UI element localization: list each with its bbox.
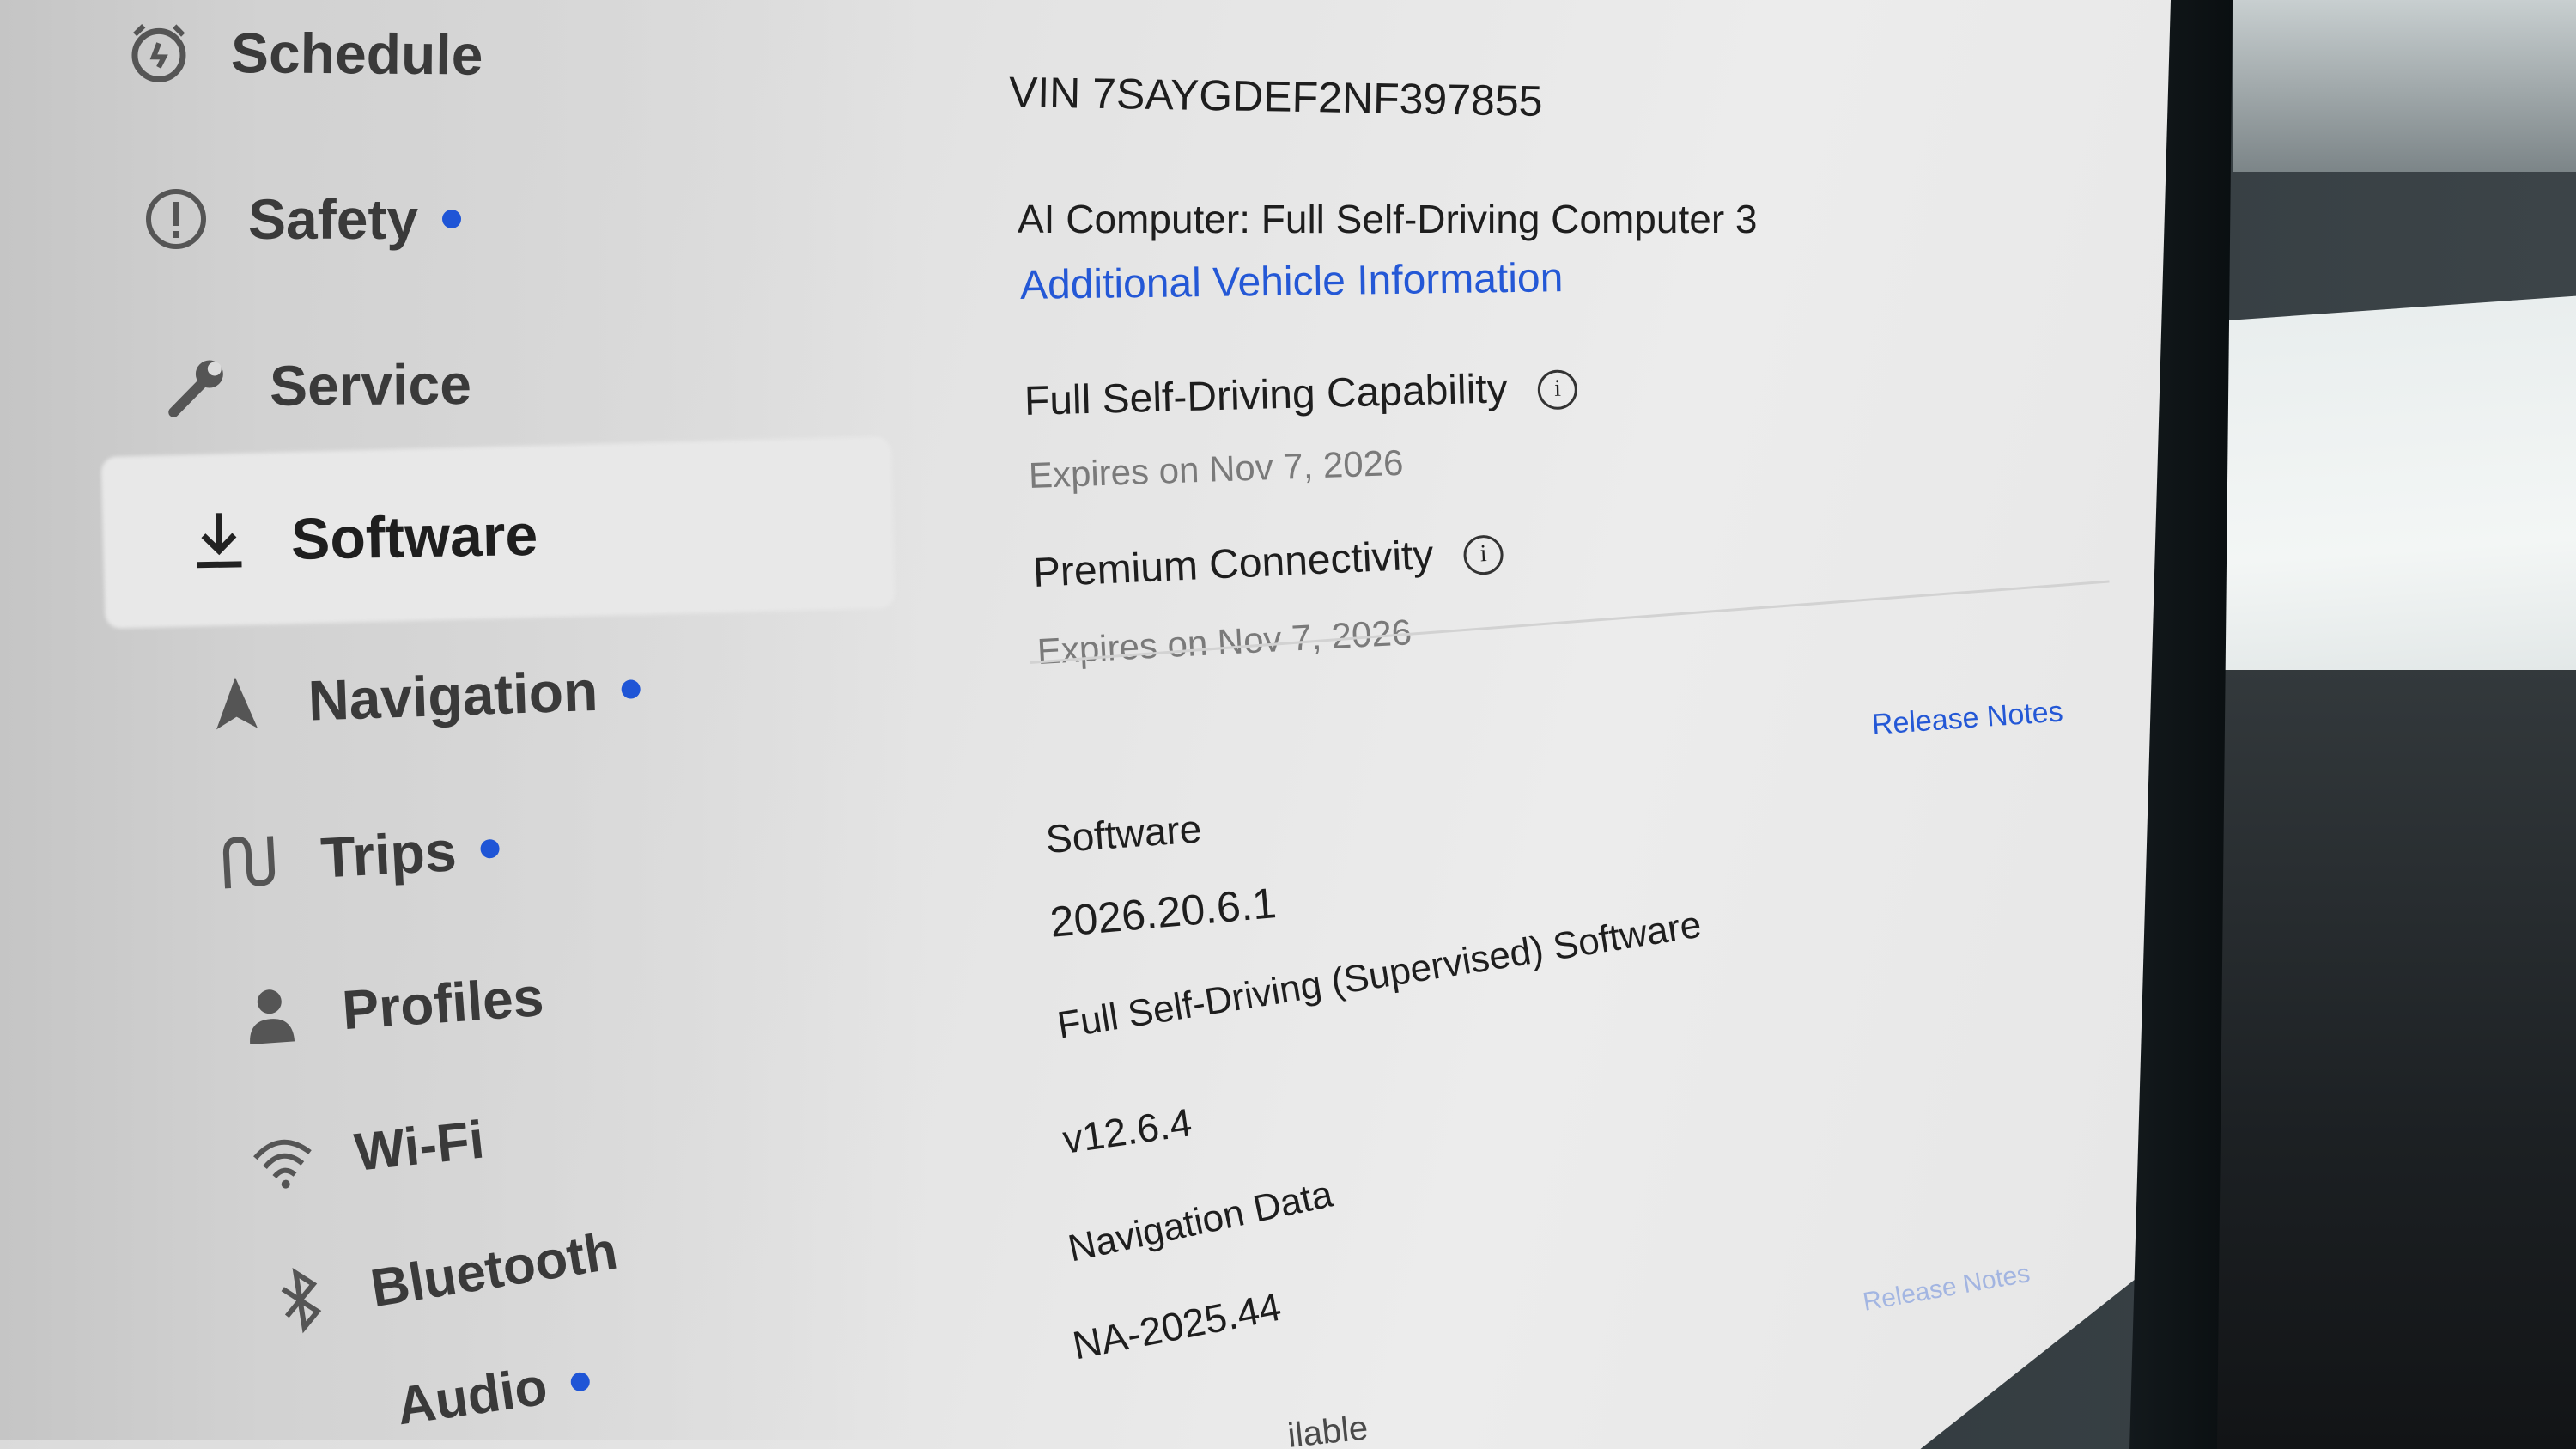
info-icon[interactable]: i (1537, 369, 1578, 411)
sidebar-item-service[interactable]: Service (163, 350, 472, 421)
additional-vehicle-info-link[interactable]: Additional Vehicle Information (1020, 254, 1564, 309)
photo-stage: Schedule Safety Service Software Navigat… (0, 0, 2576, 1449)
navigation-arrow-icon (201, 667, 272, 739)
wifi-icon (246, 1123, 321, 1198)
sidebar-item-label: Profiles (340, 965, 546, 1042)
notification-dot (621, 679, 641, 699)
sidebar-item-label: Trips (319, 819, 459, 890)
sidebar-item-label: Safety (248, 187, 419, 251)
sidebar-item-label: Service (269, 351, 472, 417)
notification-dot (568, 1370, 591, 1392)
wrench-icon (163, 351, 233, 421)
notification-dot (442, 210, 462, 228)
sidebar-item-label: Wi-Fi (351, 1109, 488, 1183)
info-icon[interactable]: i (1462, 534, 1504, 576)
vin-text: VIN 7SAYGDEF2NF397855 (1008, 68, 1543, 125)
download-icon (184, 506, 253, 575)
sidebar-item-label: Schedule (230, 21, 483, 87)
trips-icon (213, 825, 285, 898)
alert-circle-icon (142, 185, 210, 253)
sidebar-item-label: Software (290, 502, 538, 572)
sidebar-item-schedule[interactable]: Schedule (125, 17, 483, 89)
sidebar-item-label: Navigation (307, 658, 599, 733)
background-window (2198, 295, 2576, 727)
ai-computer-text: AI Computer: Full Self-Driving Computer … (1018, 197, 1758, 241)
sidebar-item-safety[interactable]: Safety (142, 185, 462, 253)
audio-icon (292, 1412, 360, 1422)
background-dashboard (2164, 670, 2576, 1449)
sidebar-item-software[interactable]: Software (184, 501, 538, 575)
background-window-top (2233, 0, 2576, 172)
alarm-clock-icon (125, 17, 194, 87)
person-icon (234, 979, 307, 1052)
notification-dot (479, 838, 500, 859)
bluetooth-icon (261, 1261, 340, 1340)
